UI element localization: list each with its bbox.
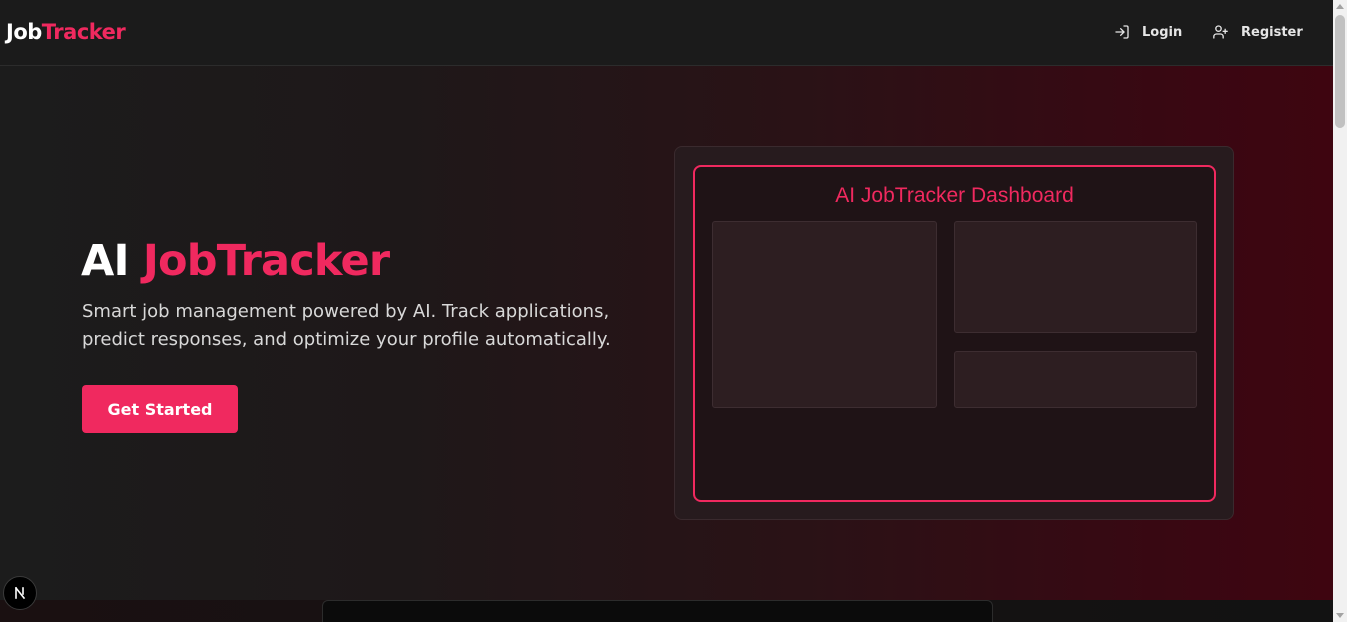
next-section-panel [322, 600, 993, 622]
hero-subtitle: Smart job management powered by AI. Trac… [82, 301, 611, 350]
user-plus-icon [1212, 24, 1229, 40]
next-logo-icon[interactable] [3, 576, 37, 610]
scrollbar-thumb[interactable] [1335, 15, 1345, 128]
scroll-down-arrow-icon[interactable] [1336, 613, 1344, 618]
preview-panel-top-right [954, 221, 1197, 333]
dashboard-preview-title: AI JobTracker Dashboard [835, 184, 1074, 207]
brand-logo-part1: Job [6, 20, 42, 44]
brand-logo-part2: Tracker [41, 20, 126, 44]
login-link[interactable]: Login [1114, 20, 1182, 44]
page: JobTracker Login Register AI JobTracker … [0, 0, 1347, 622]
page-scrollbar[interactable] [1333, 0, 1347, 622]
register-label: Register [1241, 24, 1303, 40]
get-started-button[interactable]: Get Started [82, 385, 238, 433]
register-link[interactable]: Register [1212, 20, 1303, 44]
preview-panel-bottom-right [954, 351, 1197, 408]
hero-section: AI JobTracker Smart job management power… [0, 66, 1333, 600]
hero-title-part2: JobTracker [142, 236, 390, 286]
login-icon [1114, 24, 1130, 40]
top-navbar: JobTracker Login Register [0, 0, 1333, 66]
dashboard-preview-frame: AI JobTracker Dashboard [693, 165, 1216, 502]
brand-logo[interactable]: JobTracker [6, 19, 126, 45]
preview-panel-large [712, 221, 937, 408]
hero-title-part1: AI [81, 236, 143, 286]
login-label: Login [1142, 24, 1183, 40]
hero-title: AI JobTracker [81, 232, 390, 290]
scroll-up-arrow-icon[interactable] [1336, 4, 1344, 9]
dashboard-preview-card: AI JobTracker Dashboard [674, 146, 1234, 520]
